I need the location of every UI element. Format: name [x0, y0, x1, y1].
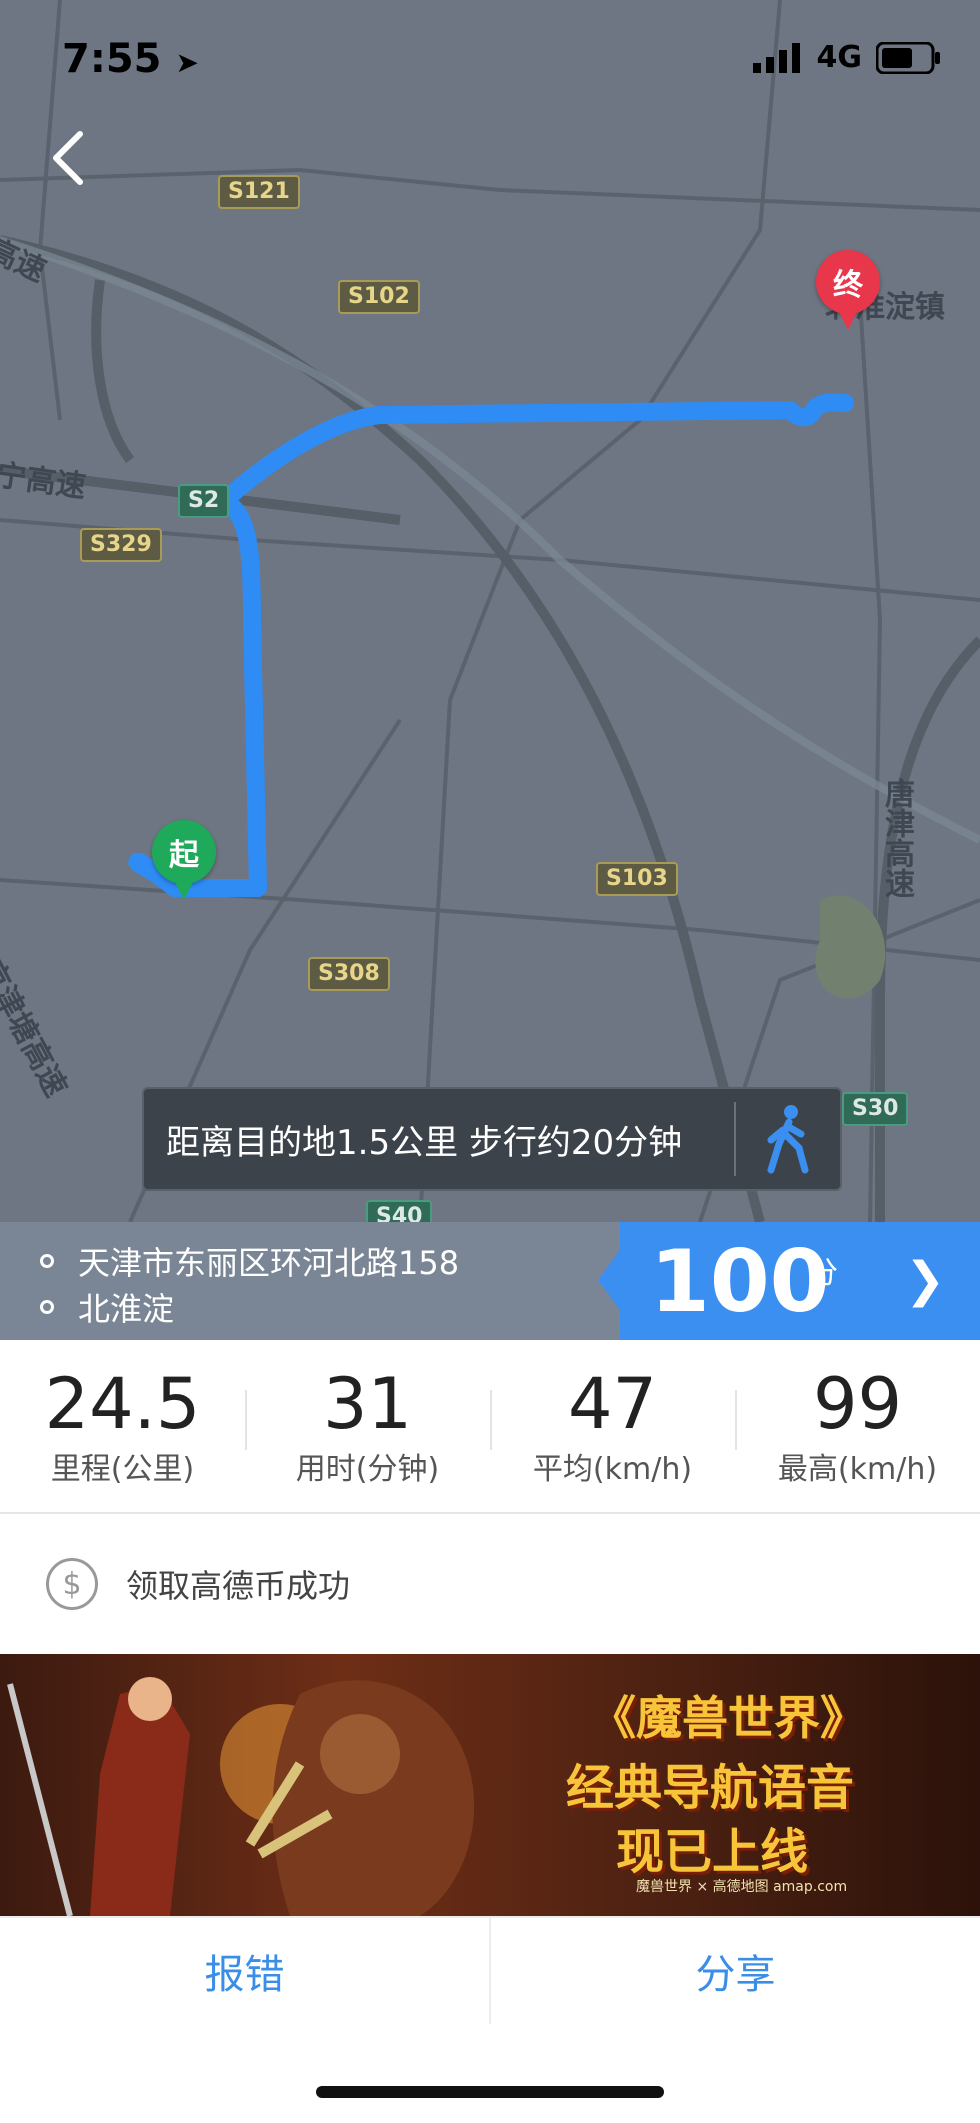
chevron-right-icon: ❯	[905, 1252, 946, 1308]
stat-label: 用时(分钟)	[295, 1452, 440, 1487]
end-pin[interactable]: 终	[816, 250, 880, 330]
road-shield: S102	[338, 280, 420, 314]
driving-score-button[interactable]: 100 分 ❯	[598, 1222, 980, 1340]
distance-banner[interactable]: 距离目的地1.5公里 步行约20分钟	[142, 1087, 842, 1191]
stat-value: 24.5	[44, 1363, 201, 1445]
status-right: 4G	[752, 40, 943, 75]
bottom-actions: 报错 分享	[0, 1916, 980, 2024]
report-error-button[interactable]: 报错	[0, 1918, 489, 2024]
stat-value: 99	[812, 1363, 903, 1445]
stat-duration: 31 用时(分钟)	[245, 1340, 490, 1512]
road-shield: S30	[842, 1092, 909, 1126]
banner-subtitle-2: 现已上线	[616, 1824, 809, 1880]
score-unit: 分	[808, 1256, 838, 1291]
status-bar: 7:55 ➤ 4G	[0, 0, 980, 120]
stat-label: 平均(km/h)	[532, 1452, 693, 1487]
distance-text: 距离目的地1.5公里 步行约20分钟	[166, 1122, 683, 1163]
destination-text: 北淮淀	[78, 1290, 175, 1328]
stat-average-speed: 47 平均(km/h)	[490, 1340, 735, 1512]
walk-icon[interactable]	[736, 1104, 840, 1174]
trip-stats: 24.5 里程(公里) 31 用时(分钟) 47 平均(km/h) 99 最高(…	[0, 1340, 980, 1514]
road-shield: S329	[80, 528, 162, 562]
signal-icon	[752, 42, 800, 73]
share-button[interactable]: 分享	[491, 1918, 980, 2024]
battery-icon	[876, 41, 940, 74]
map-roads	[0, 0, 980, 1222]
map-view[interactable]: 7:55 ➤ 4G S121 S102 S2 S329 S103 S308 S3…	[0, 0, 980, 1222]
network-label: 4G	[816, 40, 863, 75]
back-icon[interactable]	[32, 118, 112, 198]
coin-reward-row: $ 领取高德币成功	[0, 1514, 980, 1654]
road-shield: S40	[366, 1200, 433, 1222]
origin-dot-icon	[40, 1254, 54, 1268]
stat-label: 里程(公里)	[50, 1452, 195, 1487]
origin-text: 天津市东丽区环河北路158	[78, 1244, 460, 1282]
banner-artwork	[7, 1677, 475, 1916]
stat-max-speed: 99 最高(km/h)	[735, 1340, 980, 1512]
map-label-highway: 唐津高速	[879, 778, 914, 898]
stat-value: 31	[322, 1363, 413, 1445]
destination-dot-icon	[40, 1300, 54, 1314]
destination-row: 北淮淀	[40, 1284, 174, 1330]
status-time: 7:55 ➤	[62, 36, 199, 82]
score-value: 100	[650, 1232, 830, 1332]
road-shield: S308	[308, 957, 390, 991]
promo-banner[interactable]: 《魔兽世界》 经典导航语音 现已上线 魔兽世界 × 高德地图 amap.com	[0, 1654, 980, 1916]
banner-title: 《魔兽世界》	[590, 1691, 866, 1745]
coin-text: 领取高德币成功	[126, 1567, 351, 1605]
route-summary: 天津市东丽区环河北路158 北淮淀 100 分 ❯	[0, 1222, 980, 1340]
banner-logos: 魔兽世界 × 高德地图 amap.com	[636, 1879, 848, 1895]
banner-subtitle: 经典导航语音	[566, 1760, 855, 1816]
stat-value: 47	[567, 1363, 658, 1445]
home-indicator[interactable]	[316, 2086, 664, 2098]
road-shield: S121	[218, 175, 300, 209]
road-shield: S2	[178, 484, 230, 518]
road-shield: S103	[596, 862, 678, 896]
stat-label: 最高(km/h)	[777, 1452, 938, 1487]
start-pin[interactable]: 起	[152, 820, 216, 900]
stat-distance: 24.5 里程(公里)	[0, 1340, 245, 1512]
dollar-coin-icon: $	[46, 1558, 98, 1610]
origin-row: 天津市东丽区环河北路158	[40, 1238, 459, 1284]
